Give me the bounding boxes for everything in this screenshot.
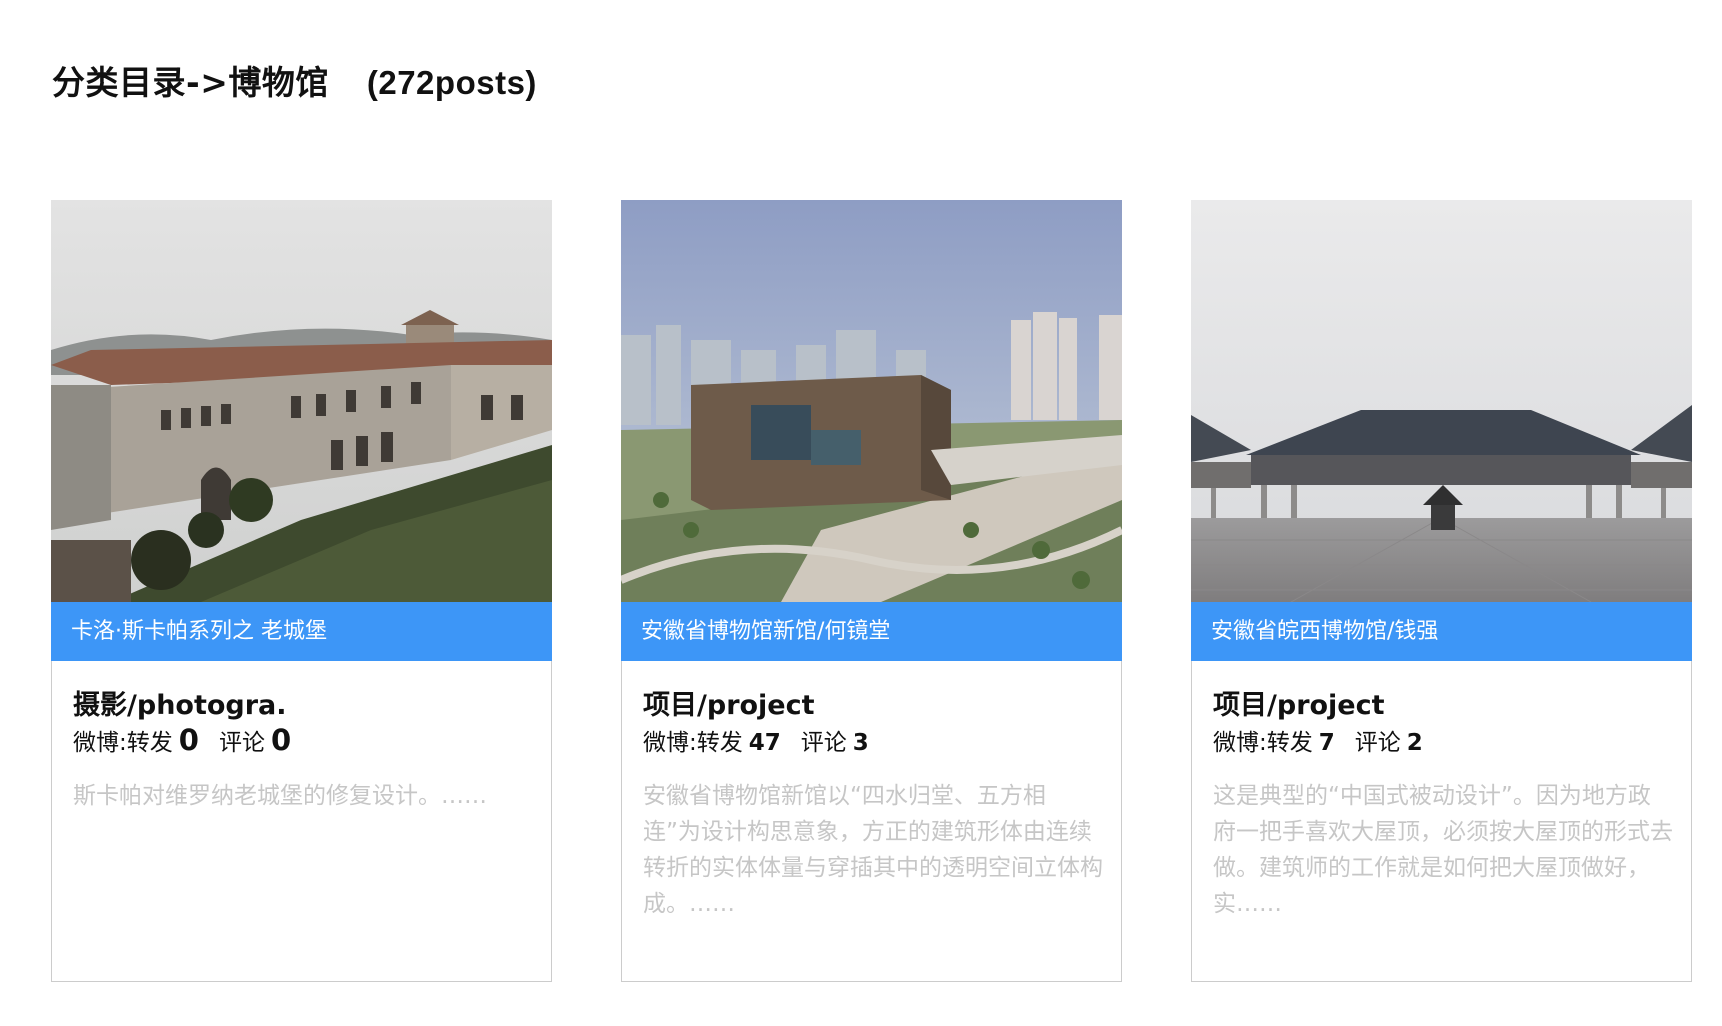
post-card[interactable]: 卡洛·斯卡帕系列之 老城堡 摄影/photogra. 微博:转发 0 评论 0 斯卡帕… bbox=[51, 200, 552, 982]
post-category[interactable]: 项目/project bbox=[1213, 683, 1385, 722]
post-excerpt: 这是典型的“中国式被动设计”。因为地方政府一把手喜欢大屋顶，必须按大屋顶的形式去… bbox=[1213, 783, 1673, 917]
post-card[interactable]: 安徽省皖西博物馆/钱强 项目/project 微博:转发 7 评论 2 这是典型的“中… bbox=[1191, 200, 1692, 982]
weibo-stats: 微博:转发 47 评论 3 bbox=[643, 723, 889, 757]
comment-count: 0 bbox=[270, 723, 292, 757]
repost-count: 47 bbox=[748, 730, 781, 756]
repost-label: 微博:转发 bbox=[643, 730, 743, 756]
museum-photo bbox=[621, 200, 1122, 602]
comment-label: 评论 bbox=[218, 730, 265, 756]
post-title-link[interactable]: 安徽省博物馆新馆/何镜堂 bbox=[621, 602, 1122, 661]
post-title-link[interactable]: 卡洛·斯卡帕系列之 老城堡 bbox=[51, 602, 552, 661]
castle-photo bbox=[51, 200, 552, 602]
comment-count: 2 bbox=[1406, 730, 1423, 756]
comment-label: 评论 bbox=[800, 730, 847, 756]
post-thumbnail-wanxi-museum[interactable] bbox=[1191, 200, 1692, 602]
post-card[interactable]: 安徽省博物馆新馆/何镜堂 项目/project 微博:转发 47 评论 3 安徽省博物… bbox=[621, 200, 1122, 982]
courtyard-photo bbox=[1191, 200, 1692, 602]
post-category[interactable]: 项目/project bbox=[643, 683, 815, 722]
post-title-link[interactable]: 安徽省皖西博物馆/钱强 bbox=[1191, 602, 1692, 661]
post-excerpt: 斯卡帕对维罗纳老城堡的修复设计。…… bbox=[73, 783, 487, 809]
comment-count: 3 bbox=[852, 730, 869, 756]
post-category[interactable]: 摄影/photogra. bbox=[73, 683, 287, 722]
repost-count: 7 bbox=[1318, 730, 1335, 756]
post-thumbnail-anhui-museum[interactable] bbox=[621, 200, 1122, 602]
comment-label: 评论 bbox=[1354, 730, 1401, 756]
post-excerpt: 安徽省博物馆新馆以“四水归堂、五方相连”为设计构思意象，方正的建筑形体由连续转折… bbox=[643, 783, 1103, 917]
category-path: 分类目录->博物馆 bbox=[52, 63, 329, 102]
page-title: 分类目录->博物馆 (272posts) bbox=[52, 56, 537, 104]
repost-label: 微博:转发 bbox=[73, 730, 173, 756]
post-count: (272posts) bbox=[366, 64, 537, 101]
weibo-stats: 微博:转发 0 评论 0 bbox=[73, 723, 311, 757]
weibo-stats: 微博:转发 7 评论 2 bbox=[1213, 723, 1443, 757]
repost-count: 0 bbox=[178, 723, 199, 757]
repost-label: 微博:转发 bbox=[1213, 730, 1313, 756]
post-grid: 卡洛·斯卡帕系列之 老城堡 摄影/photogra. 微博:转发 0 评论 0 斯卡帕… bbox=[51, 200, 1692, 984]
post-thumbnail-old-castle[interactable] bbox=[51, 200, 552, 602]
